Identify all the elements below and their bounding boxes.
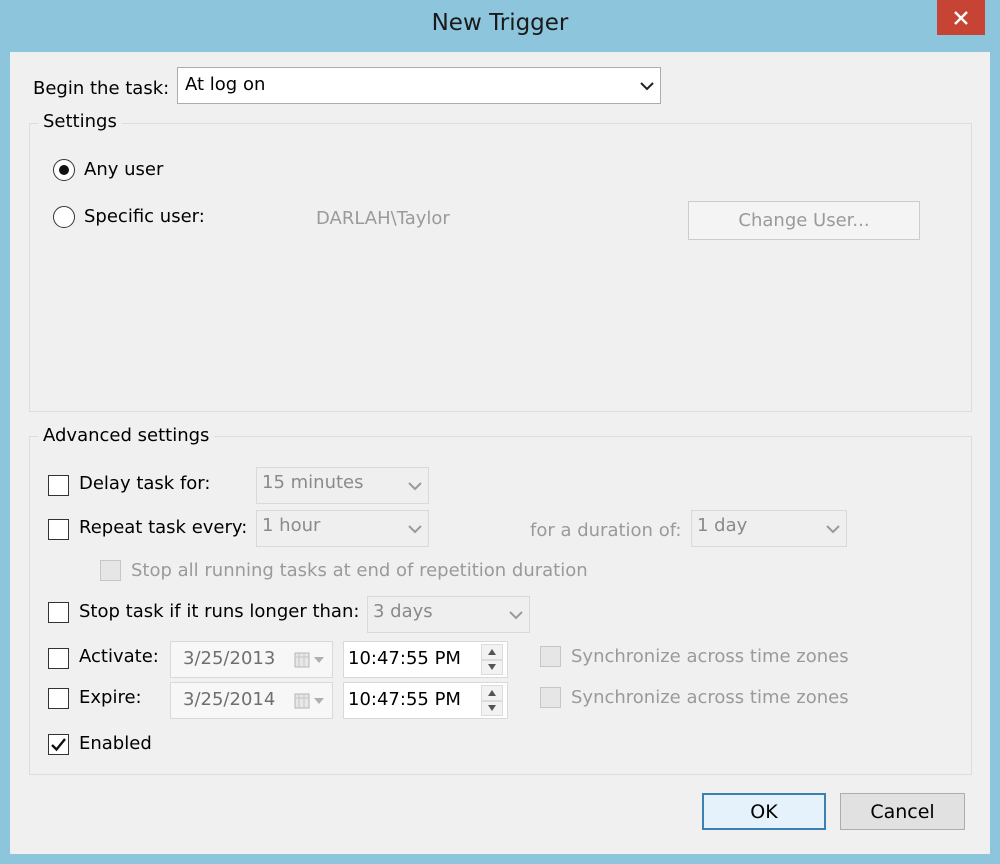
specific-user-radio[interactable] bbox=[53, 206, 75, 228]
chevron-down-icon bbox=[826, 524, 840, 534]
begin-task-label: Begin the task: bbox=[33, 78, 170, 99]
chevron-down-icon bbox=[408, 524, 422, 534]
activate-label[interactable]: Activate: bbox=[79, 646, 159, 667]
advanced-settings-legend: Advanced settings bbox=[38, 425, 215, 446]
stop-all-tasks-label: Stop all running tasks at end of repetit… bbox=[131, 560, 588, 581]
delay-task-label[interactable]: Delay task for: bbox=[79, 473, 210, 494]
enabled-checkbox[interactable] bbox=[48, 734, 69, 755]
cancel-button[interactable]: Cancel bbox=[840, 793, 965, 830]
activate-time-value: 10:47:55 PM bbox=[348, 648, 461, 669]
stop-longer-label[interactable]: Stop task if it runs longer than: bbox=[79, 601, 359, 622]
activate-checkbox[interactable] bbox=[48, 648, 69, 669]
calendar-icon bbox=[294, 652, 326, 668]
any-user-radio[interactable] bbox=[53, 159, 75, 181]
chevron-down-icon bbox=[640, 81, 654, 91]
spin-up-icon[interactable] bbox=[481, 685, 503, 701]
ok-button[interactable]: OK bbox=[702, 793, 826, 830]
stop-longer-value: 3 days bbox=[373, 601, 433, 622]
repeat-task-value: 1 hour bbox=[262, 515, 321, 536]
delay-task-checkbox[interactable] bbox=[48, 475, 69, 496]
stop-longer-select[interactable]: 3 days bbox=[367, 596, 530, 633]
enabled-label[interactable]: Enabled bbox=[79, 733, 152, 754]
expire-date-picker[interactable]: 3/25/2014 bbox=[170, 682, 333, 719]
duration-select[interactable]: 1 day bbox=[691, 510, 847, 547]
change-user-button[interactable]: Change User... bbox=[688, 201, 920, 240]
expire-label[interactable]: Expire: bbox=[79, 687, 142, 708]
checkmark-icon bbox=[51, 738, 66, 752]
expire-time-value: 10:47:55 PM bbox=[348, 689, 461, 710]
expire-sync-checkbox[interactable] bbox=[540, 687, 561, 708]
duration-value: 1 day bbox=[697, 515, 748, 536]
activate-time-spinner[interactable] bbox=[481, 644, 503, 675]
chevron-down-icon bbox=[408, 481, 422, 491]
specific-user-label[interactable]: Specific user: bbox=[84, 206, 205, 227]
activate-date-picker[interactable]: 3/25/2013 bbox=[170, 641, 333, 678]
window-title: New Trigger bbox=[431, 10, 569, 36]
spin-up-icon[interactable] bbox=[481, 644, 503, 660]
close-button[interactable] bbox=[937, 0, 985, 35]
user-name-value: DARLAH\Taylor bbox=[316, 208, 450, 229]
any-user-label[interactable]: Any user bbox=[84, 159, 163, 180]
spin-down-icon[interactable] bbox=[481, 700, 503, 716]
expire-date-value: 3/25/2014 bbox=[183, 689, 276, 710]
radio-selected-dot bbox=[59, 165, 69, 175]
delay-task-value: 15 minutes bbox=[262, 472, 364, 493]
repeat-task-checkbox[interactable] bbox=[48, 519, 69, 540]
expire-time-spinner[interactable] bbox=[481, 685, 503, 716]
chevron-down-icon bbox=[509, 610, 523, 620]
expire-checkbox[interactable] bbox=[48, 688, 69, 709]
activate-date-value: 3/25/2013 bbox=[183, 648, 276, 669]
delay-task-select[interactable]: 15 minutes bbox=[256, 467, 429, 504]
title-bar[interactable]: New Trigger bbox=[0, 0, 1000, 52]
begin-task-value: At log on bbox=[185, 74, 266, 95]
settings-legend: Settings bbox=[38, 111, 122, 132]
expire-sync-label: Synchronize across time zones bbox=[571, 687, 849, 708]
repeat-task-select[interactable]: 1 hour bbox=[256, 510, 429, 547]
settings-group bbox=[29, 123, 972, 412]
activate-sync-checkbox[interactable] bbox=[540, 646, 561, 667]
spin-down-icon[interactable] bbox=[481, 659, 503, 675]
duration-label: for a duration of: bbox=[530, 520, 682, 541]
activate-sync-label: Synchronize across time zones bbox=[571, 646, 849, 667]
calendar-icon bbox=[294, 693, 326, 709]
dialog-body: Begin the task: At log on Settings Any u… bbox=[10, 52, 990, 854]
stop-longer-checkbox[interactable] bbox=[48, 602, 69, 623]
repeat-task-label[interactable]: Repeat task every: bbox=[79, 517, 247, 538]
begin-task-select[interactable]: At log on bbox=[177, 67, 661, 104]
stop-all-tasks-checkbox[interactable] bbox=[100, 560, 121, 581]
close-icon bbox=[954, 10, 968, 25]
